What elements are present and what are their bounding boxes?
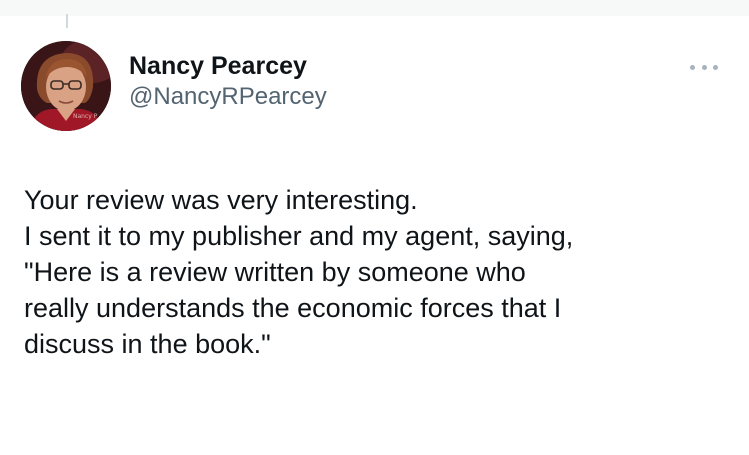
previous-tweet-edge xyxy=(0,0,749,16)
more-dot xyxy=(701,64,707,70)
tweet-text-line: Your review was very interesting. xyxy=(24,185,418,215)
thread-connector-line xyxy=(66,14,68,28)
tweet-header: Nancy Pearcey @NancyRPearcey xyxy=(129,51,327,113)
more-dot xyxy=(690,64,695,70)
tweet-text-line: "Here is a review written by someone who xyxy=(24,257,526,287)
avatar[interactable]: Nancy P xyxy=(21,41,111,131)
author-name[interactable]: Nancy Pearcey xyxy=(129,51,327,81)
avatar-caption: Nancy P xyxy=(73,113,98,120)
tweet-text-line: discuss in the book." xyxy=(24,329,271,359)
author-handle[interactable]: @NancyRPearcey xyxy=(129,81,327,113)
more-options-icon[interactable] xyxy=(690,56,718,78)
more-dot xyxy=(713,64,718,70)
tweet-text: Your review was very interesting. I sent… xyxy=(24,182,739,362)
tweet-text-line: really understands the economic forces t… xyxy=(24,293,562,323)
avatar-portrait xyxy=(21,41,111,131)
tweet-text-line: I sent it to my publisher and my agent, … xyxy=(24,221,574,251)
